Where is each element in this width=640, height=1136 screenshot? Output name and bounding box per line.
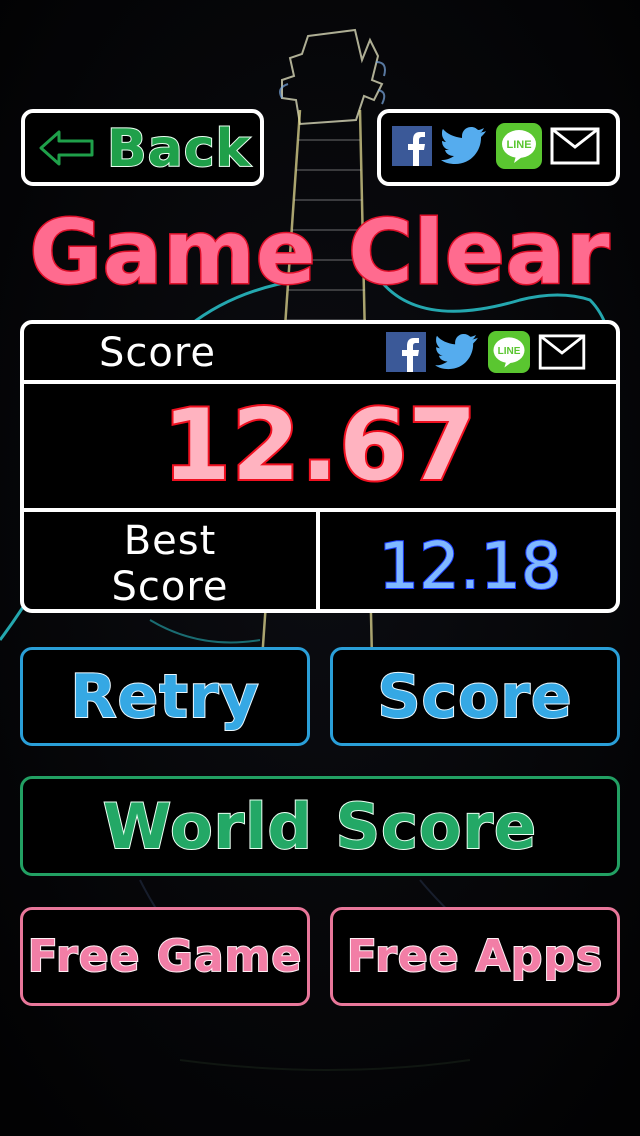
world-score-label: World Score bbox=[102, 789, 538, 864]
back-label: Back bbox=[106, 118, 252, 180]
twitter-icon[interactable] bbox=[440, 126, 488, 170]
facebook-icon[interactable] bbox=[392, 125, 432, 170]
score-panel: Score LINE 12.67 Best Score 12.18 bbox=[20, 320, 620, 613]
current-score: 12.67 bbox=[161, 387, 479, 505]
score-panel-header: Score LINE bbox=[24, 324, 616, 384]
mail-icon[interactable] bbox=[538, 334, 586, 374]
svg-text:LINE: LINE bbox=[498, 346, 521, 357]
free-game-label: Free Game bbox=[27, 930, 303, 983]
line-icon[interactable]: LINE bbox=[496, 122, 542, 173]
line-icon[interactable]: LINE bbox=[488, 331, 530, 377]
score-label: Score bbox=[99, 330, 217, 376]
best-score-label-line2: Score bbox=[111, 564, 229, 610]
world-score-button[interactable]: World Score bbox=[20, 776, 620, 876]
best-score-row: Best Score 12.18 bbox=[24, 508, 616, 610]
share-bar-score: LINE bbox=[386, 331, 586, 377]
score-button-label: Score bbox=[376, 661, 573, 733]
free-apps-button[interactable]: Free Apps bbox=[330, 907, 620, 1006]
free-game-button[interactable]: Free Game bbox=[20, 907, 310, 1006]
best-score-label: Best Score bbox=[24, 512, 320, 610]
best-score-label-line1: Best bbox=[123, 518, 217, 564]
best-score-value: 12.18 bbox=[377, 529, 562, 605]
svg-text:LINE: LINE bbox=[506, 139, 531, 151]
retry-label: Retry bbox=[69, 661, 260, 733]
game-clear-title: Game Clear bbox=[28, 200, 611, 306]
facebook-icon[interactable] bbox=[386, 332, 426, 376]
back-button[interactable]: Back bbox=[21, 109, 264, 186]
left-arrow-icon bbox=[39, 130, 94, 166]
share-bar-top: LINE bbox=[377, 109, 620, 186]
retry-button[interactable]: Retry bbox=[20, 647, 310, 746]
mail-icon[interactable] bbox=[550, 127, 600, 169]
free-apps-label: Free Apps bbox=[346, 930, 604, 983]
twitter-icon[interactable] bbox=[434, 333, 480, 375]
score-button[interactable]: Score bbox=[330, 647, 620, 746]
